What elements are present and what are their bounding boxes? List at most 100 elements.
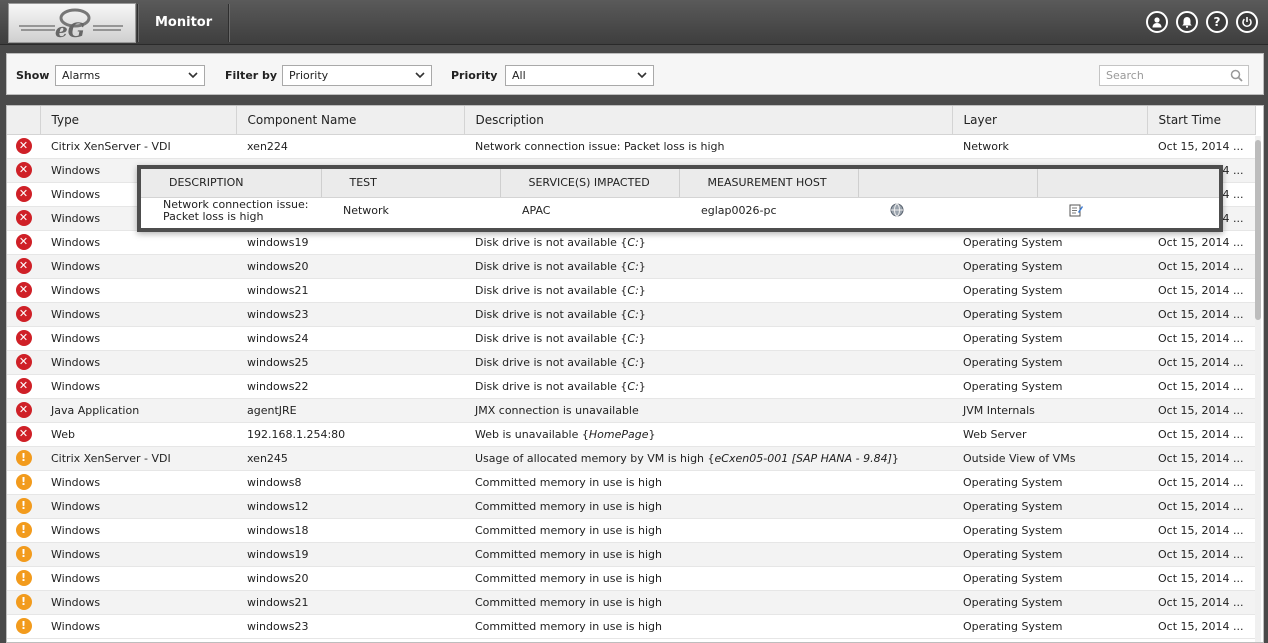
search-icon[interactable] (1230, 69, 1243, 82)
table-row[interactable]: ! Windows windows20 Committed memory in use… (7, 566, 1255, 591)
show-select[interactable]: Alarms (55, 65, 205, 86)
component-cell: 192.168.1.254:80 (236, 422, 464, 447)
table-row[interactable]: ✕ Windows windows23 Disk drive is not avail… (7, 302, 1255, 327)
table-row[interactable]: ✕ Windows windows21 Disk drive is not avail… (7, 278, 1255, 303)
component-cell: windows22 (236, 374, 464, 399)
component-cell: windows21 (236, 278, 464, 303)
type-cell: Windows (40, 566, 236, 591)
start-time-cell: Oct 15, 2014 ... (1147, 542, 1255, 567)
popup-test: Network (343, 204, 389, 218)
table-row[interactable]: ✕ Windows windows20 Disk drive is not avail… (7, 254, 1255, 279)
start-time-cell: Oct 15, 2014 ... (1147, 398, 1255, 423)
start-time-column-header[interactable]: Start Time (1147, 106, 1256, 135)
priority-cell: ✕ (7, 230, 40, 255)
description-cell: Committed memory in use is high (464, 614, 952, 639)
component-cell: windows18 (236, 518, 464, 543)
table-row[interactable]: ! Windows windows21 Committed memory in use… (7, 590, 1255, 615)
filter-by-select[interactable]: Priority (282, 65, 432, 86)
table-row[interactable]: ! Windows windows12 Committed memory in use… (7, 494, 1255, 519)
table-row[interactable]: ! Windows windows19 Committed memory in use… (7, 542, 1255, 567)
table-row[interactable]: ✕ Web 192.168.1.254:80 Web is unavailable {… (7, 422, 1255, 447)
svg-text:eG: eG (55, 18, 85, 42)
description-text: Committed memory in use is high (475, 571, 662, 585)
critical-alarm-icon: ✕ (15, 306, 32, 322)
type-cell: Java Application (40, 398, 236, 423)
popup-services-header: SERVICE(S) IMPACTED (500, 169, 680, 198)
priority-cell: ! (7, 470, 40, 495)
chevron-down-icon (637, 72, 647, 79)
priority-select[interactable]: All (505, 65, 654, 86)
critical-alarm-icon: ✕ (15, 138, 32, 154)
description-cell: Network connection issue: Packet loss is… (464, 134, 952, 159)
critical-alarm-icon: ✕ (15, 162, 32, 178)
table-row[interactable]: ! Windows windows8 Committed memory in use … (7, 470, 1255, 495)
type-cell: Windows (40, 374, 236, 399)
table-row[interactable]: ! Windows windows23 Committed memory in use… (7, 614, 1255, 639)
priority-cell: ✕ (7, 278, 40, 303)
major-alarm-icon: ! (15, 570, 32, 586)
header-separator (228, 4, 230, 42)
table-row[interactable]: ✕ Windows windows19 Disk drive is not avail… (7, 230, 1255, 255)
description-text: Disk drive is not available { (475, 283, 628, 297)
priority-column-header[interactable] (7, 106, 41, 135)
major-alarm-icon: ! (15, 474, 32, 490)
priority-label: Priority (451, 69, 498, 82)
bell-icon[interactable] (1176, 11, 1198, 33)
scrollbar-thumb[interactable] (1255, 140, 1261, 320)
edit-icon[interactable] (1069, 203, 1083, 217)
layer-cell: Operating System (952, 326, 1147, 351)
monitor-tab[interactable]: Monitor (155, 15, 212, 30)
priority-cell: ✕ (7, 398, 40, 423)
major-alarm-icon: ! (15, 498, 32, 514)
eg-logo[interactable]: eG (8, 3, 136, 43)
description-cell: Committed memory in use is high (464, 494, 952, 519)
popup-host-header: MEASUREMENT HOST (679, 169, 859, 198)
type-cell: Windows (40, 254, 236, 279)
table-row[interactable]: ✕ Windows windows25 Disk drive is not avail… (7, 350, 1255, 375)
user-icon[interactable] (1146, 11, 1168, 33)
search-input[interactable]: Search (1099, 65, 1249, 86)
show-select-value: Alarms (62, 69, 101, 82)
description-detail: eCxen05-001 [SAP HANA - 9.84] (714, 451, 892, 465)
layer-cell: Operating System (952, 470, 1147, 495)
critical-alarm-icon: ✕ (15, 402, 32, 418)
table-scrollbar[interactable] (1255, 136, 1261, 642)
description-cell: Committed memory in use is high (464, 470, 952, 495)
show-label: Show (16, 69, 50, 82)
type-cell: Windows (40, 326, 236, 351)
description-cell: Usage of allocated memory by VM is high … (464, 446, 952, 471)
type-column-header[interactable]: Type (40, 106, 237, 135)
layer-cell: Web Server (952, 422, 1147, 447)
description-detail: C: (627, 331, 639, 345)
popup-header-row: DESCRIPTION TEST SERVICE(S) IMPACTED MEA… (141, 169, 1219, 198)
popup-description: Network connection issue: Packet loss is… (163, 198, 309, 224)
component-column-header[interactable]: Component Name (236, 106, 465, 135)
priority-cell: ✕ (7, 374, 40, 399)
start-time-cell: Oct 15, 2014 ... (1147, 590, 1255, 615)
power-icon[interactable] (1236, 11, 1258, 33)
help-icon[interactable]: ? (1206, 11, 1228, 33)
filter-by-select-value: Priority (289, 69, 329, 82)
priority-cell: ✕ (7, 422, 40, 447)
table-row[interactable]: ✕ Windows windows24 Disk drive is not avail… (7, 326, 1255, 351)
table-row[interactable]: ✕ Java Application agentJRE JMX connection … (7, 398, 1255, 423)
description-column-header[interactable]: Description (464, 106, 953, 135)
globe-icon[interactable] (890, 203, 904, 217)
component-cell: windows23 (236, 302, 464, 327)
type-cell: Web (40, 422, 236, 447)
priority-cell: ✕ (7, 134, 40, 159)
description-cell: Disk drive is not available {C:} (464, 278, 952, 303)
layer-column-header[interactable]: Layer (952, 106, 1148, 135)
component-cell: windows20 (236, 254, 464, 279)
layer-cell: Outside View of VMs (952, 446, 1147, 471)
table-row[interactable]: ! Windows windows18 Committed memory in use… (7, 518, 1255, 543)
type-cell: Windows (40, 614, 236, 639)
start-time-cell: Oct 15, 2014 ... (1147, 134, 1255, 159)
layer-cell: Operating System (952, 278, 1147, 303)
component-cell: windows19 (236, 542, 464, 567)
table-row[interactable]: ✕ Citrix XenServer - VDI xen224 Network con… (7, 134, 1255, 159)
start-time-cell: Oct 15, 2014 ... (1147, 614, 1255, 639)
table-row[interactable]: ! Citrix XenServer - VDI xen245 Usage of al… (7, 446, 1255, 471)
table-row[interactable]: ✕ Windows windows22 Disk drive is not avail… (7, 374, 1255, 399)
priority-select-value: All (512, 69, 526, 82)
